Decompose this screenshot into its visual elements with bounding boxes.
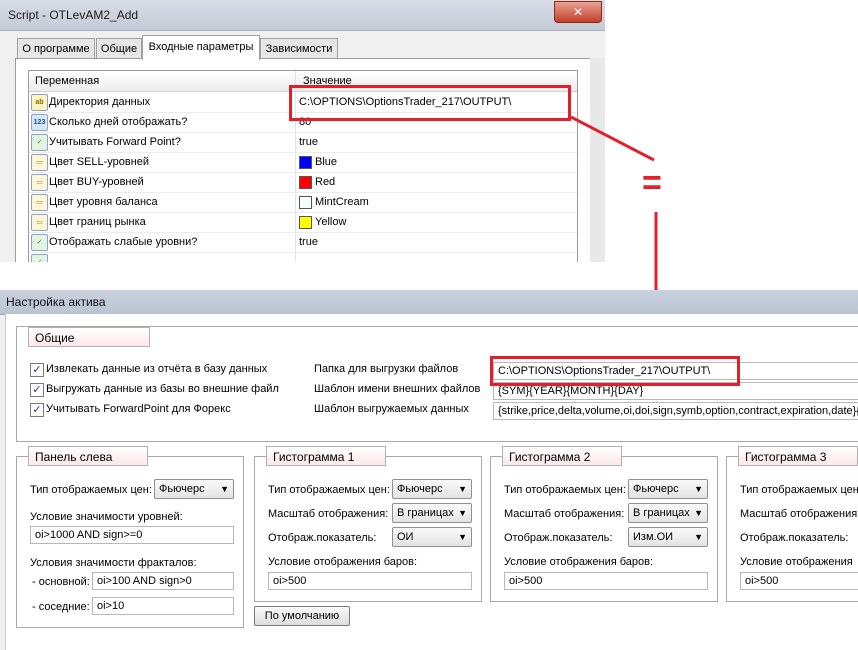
lp-level-cond-input[interactable]: oi>1000 AND sign>=0	[30, 526, 234, 544]
lp-main-label: - основной:	[32, 576, 90, 588]
extract-report-checkbox[interactable]: ✓	[30, 363, 44, 377]
chevron-down-icon: ▼	[694, 508, 703, 518]
asset-settings-window: Настройка актива Общие ✓ Извлекать данны…	[0, 290, 858, 650]
extract-report-label: Извлекать данные из отчёта в базу данных	[46, 363, 268, 375]
h2-price-type-label: Тип отображаемых цен:	[504, 484, 626, 496]
tab-input-parameters[interactable]: Входные параметры	[142, 35, 260, 60]
h2-indicator-label: Отображ.показатель:	[504, 532, 613, 544]
h2-price-type-value: Фьючерс	[633, 483, 679, 495]
h2-bar-cond-label: Условие отображения баров:	[504, 556, 654, 568]
data-template-input[interactable]: {strike,price,delta,volume,oi,doi,sign,s…	[493, 402, 858, 420]
h1-indicator-label: Отображ.показатель:	[268, 532, 377, 544]
h2-price-type-select[interactable]: Фьючерс ▼	[628, 479, 708, 499]
histogram-3-title: Гистограмма 3	[738, 446, 858, 466]
h2-bar-cond-input[interactable]: oi>500	[504, 572, 708, 590]
h3-scale-label: Масштаб отображения:	[740, 508, 858, 520]
forward-point-forex-label: Учитывать ForwardPoint для Форекс	[46, 403, 231, 415]
chevron-down-icon: ▼	[458, 484, 467, 494]
chevron-down-icon: ▼	[694, 484, 703, 494]
chevron-down-icon: ▼	[458, 532, 467, 542]
data-template-label: Шаблон выгружаемых данных	[314, 403, 469, 415]
histogram-1-title: Гистограмма 1	[266, 446, 386, 466]
export-db-checkbox[interactable]: ✓	[30, 383, 44, 397]
h2-indicator-value: Изм.ОИ	[633, 531, 674, 543]
h1-bar-cond-label: Условие отображения баров:	[268, 556, 418, 568]
h1-indicator-select[interactable]: ОИ ▼	[392, 527, 472, 547]
h1-scale-label: Масштаб отображения:	[268, 508, 389, 520]
h1-price-type-value: Фьючерс	[397, 483, 443, 495]
forward-point-forex-checkbox[interactable]: ✓	[30, 403, 44, 417]
h1-price-type-label: Тип отображаемых цен:	[268, 484, 390, 496]
left-panel-title: Панель слева	[28, 446, 148, 466]
h1-indicator-value: ОИ	[397, 531, 414, 543]
highlight-box-bottom	[490, 356, 740, 386]
equals-sign: =	[642, 164, 662, 202]
h2-scale-value: В границах	[633, 507, 690, 519]
h3-bar-cond-input[interactable]: oi>500	[740, 572, 858, 590]
lp-fractal-cond-label: Условия значимости фракталов:	[30, 557, 197, 569]
h2-indicator-select[interactable]: Изм.ОИ ▼	[628, 527, 708, 547]
lp-price-type-value: Фьючерс	[159, 483, 205, 495]
lp-neighbor-label: - соседние:	[32, 601, 90, 613]
h2-scale-select[interactable]: В границах ▼	[628, 503, 708, 523]
lp-price-type-label: Тип отображаемых цен:	[30, 484, 152, 496]
h1-price-type-select[interactable]: Фьючерс ▼	[392, 479, 472, 499]
h3-bar-cond-label: Условие отображения	[740, 556, 853, 568]
histogram-2-title: Гистограмма 2	[502, 446, 622, 466]
chevron-down-icon: ▼	[220, 484, 229, 494]
general-group-title: Общие	[28, 327, 150, 347]
lp-level-cond-label: Условие значимости уровней:	[30, 511, 183, 523]
chevron-down-icon: ▼	[458, 508, 467, 518]
h2-scale-label: Масштаб отображения:	[504, 508, 625, 520]
lp-neighbor-input[interactable]: oi>10	[92, 597, 234, 615]
export-db-label: Выгружать данные из базы во внешние файл	[46, 383, 279, 395]
h1-bar-cond-input[interactable]: oi>500	[268, 572, 472, 590]
lp-price-type-select[interactable]: Фьючерс ▼	[154, 479, 234, 499]
h3-price-type-label: Тип отображаемых цен:	[740, 484, 858, 496]
asset-settings-titlebar: Настройка актива	[0, 290, 858, 315]
export-folder-label: Папка для выгрузки файлов	[314, 363, 459, 375]
file-template-label: Шаблон имени внешних файлов	[314, 383, 481, 395]
chevron-down-icon: ▼	[694, 532, 703, 542]
connector-line-diagonal	[570, 115, 655, 162]
h3-indicator-label: Отображ.показатель:	[740, 532, 849, 544]
h1-scale-value: В границах	[397, 507, 454, 519]
lp-main-input[interactable]: oi>100 AND sign>0	[92, 572, 234, 590]
default-button[interactable]: По умолчанию	[254, 606, 350, 626]
asset-settings-body: Общие ✓ Извлекать данные из отчёта в баз…	[5, 314, 858, 650]
h1-scale-select[interactable]: В границах ▼	[392, 503, 472, 523]
asset-settings-title: Настройка актива	[6, 295, 106, 309]
